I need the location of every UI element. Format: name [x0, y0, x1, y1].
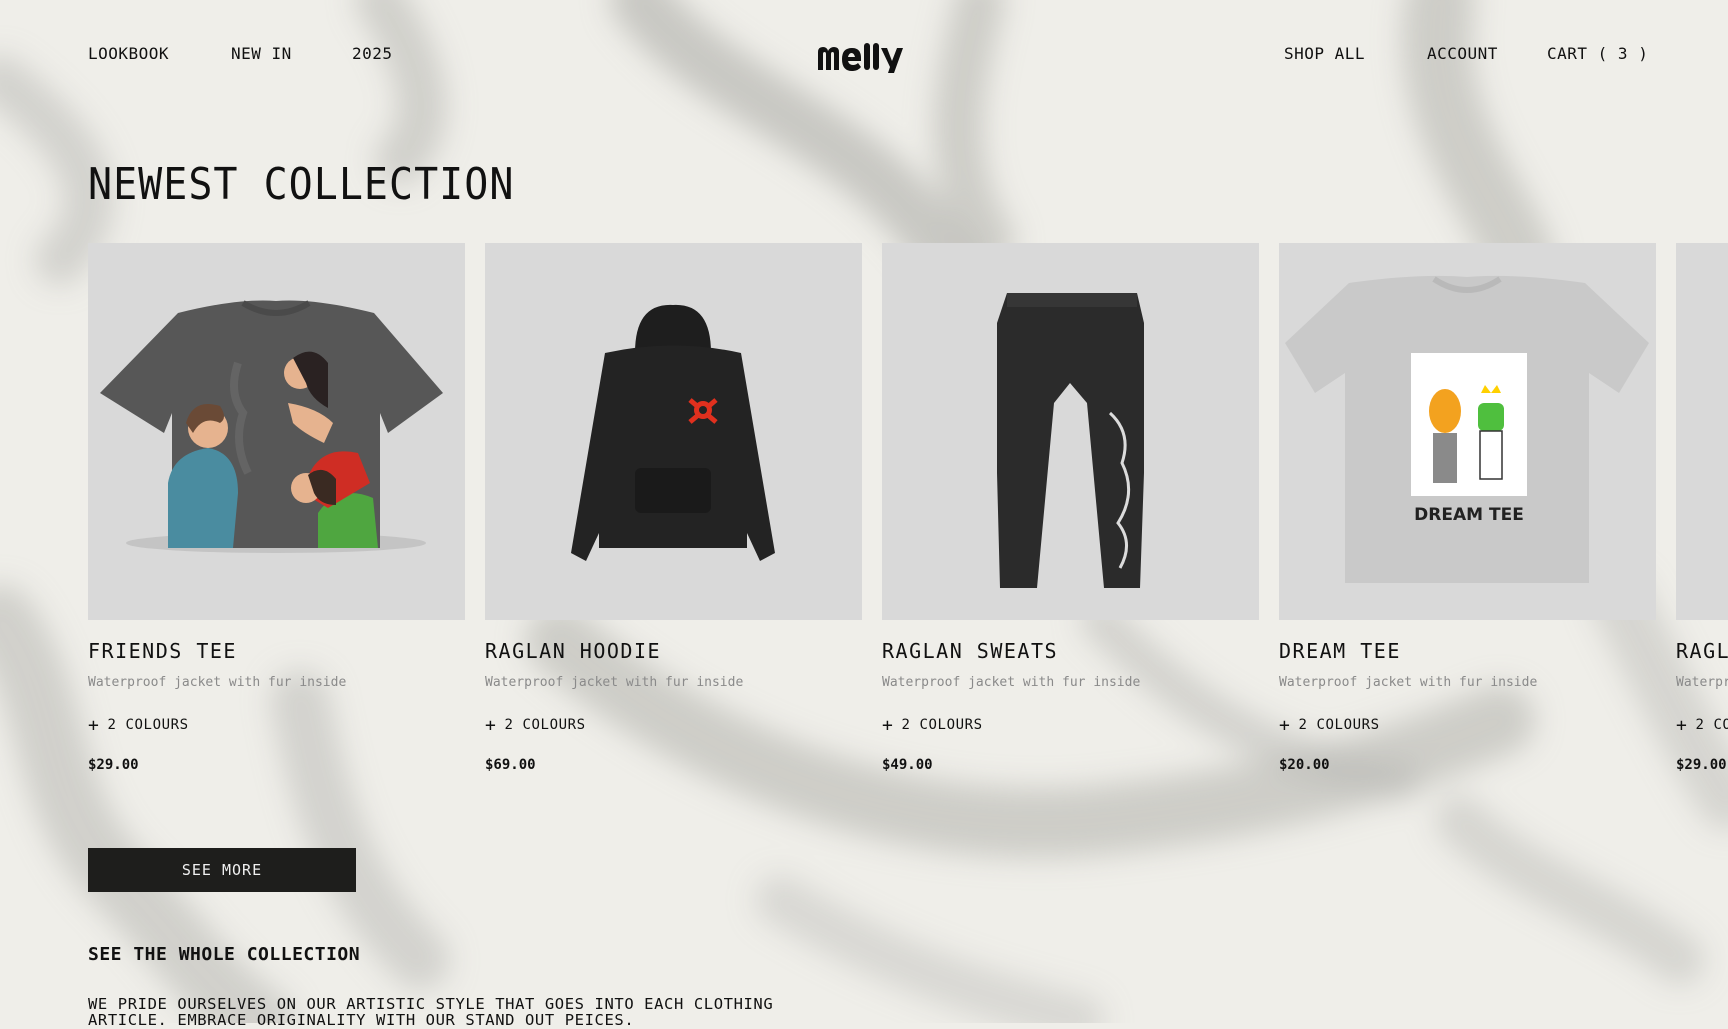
colour-toggle[interactable]: +2 COLOURS: [1279, 715, 1380, 736]
plus-icon: +: [1676, 715, 1688, 736]
product-price: $49.00: [882, 757, 933, 773]
svg-text:DREAM TEE: DREAM TEE: [1414, 505, 1524, 525]
product-name[interactable]: FRIENDS TEE: [88, 639, 237, 663]
colour-toggle[interactable]: +2 COLOURS: [485, 715, 586, 736]
product-price: $29.00: [1676, 757, 1727, 773]
brand-logo[interactable]: [816, 40, 912, 76]
product-card[interactable]: RAGLAN HOODIE Waterproof jacket with fur…: [485, 243, 862, 773]
product-price: $20.00: [1279, 757, 1330, 773]
product-carousel: FRIENDS TEE Waterproof jacket with fur i…: [88, 243, 1728, 783]
product-name[interactable]: DREAM TEE: [1279, 639, 1401, 663]
product-name[interactable]: RAGLAN: [1676, 639, 1728, 663]
product-image[interactable]: [88, 243, 465, 620]
product-image[interactable]: DREAM TEE: [1279, 243, 1656, 620]
product-description: Waterproof jacket with fur inside: [1279, 675, 1538, 690]
product-card[interactable]: DREAM TEE DREAM TEE Waterproof jacket wi…: [1279, 243, 1656, 773]
plus-icon: +: [882, 715, 894, 736]
section-text: WE PRIDE OURSELVES ON OUR ARTISTIC STYLE…: [88, 995, 774, 1029]
plus-icon: +: [88, 715, 100, 736]
product-description: Waterproof jacket with fur inside: [88, 675, 347, 690]
product-description: Waterproof jacket with fur inside: [485, 675, 744, 690]
nav-2025[interactable]: 2025: [352, 44, 393, 63]
product-card[interactable]: RAGLAN Waterproof jacket with fur inside…: [1676, 243, 1728, 773]
plus-icon: +: [1279, 715, 1291, 736]
see-more-button[interactable]: SEE MORE: [88, 848, 356, 892]
product-description: Waterproof jacket with fur inside: [882, 675, 1141, 690]
colour-count: 2 COLOURS: [901, 717, 983, 733]
nav-cart[interactable]: CART ( 3 ): [1547, 44, 1648, 63]
colour-toggle[interactable]: +2 COLOURS: [1676, 715, 1728, 736]
product-image[interactable]: [882, 243, 1259, 620]
colour-count: 2 COLOURS: [504, 717, 586, 733]
product-name[interactable]: RAGLAN SWEATS: [882, 639, 1058, 663]
product-price: $29.00: [88, 757, 139, 773]
nav-new-in[interactable]: NEW IN: [231, 44, 292, 63]
colour-count: 2 COLOURS: [1298, 717, 1380, 733]
nav-account[interactable]: ACCOUNT: [1427, 44, 1498, 63]
section-title: SEE THE WHOLE COLLECTION: [88, 944, 361, 965]
plus-icon: +: [485, 715, 497, 736]
colour-count: 2 COLOURS: [107, 717, 189, 733]
nav-shop-all[interactable]: SHOP ALL: [1284, 44, 1365, 63]
product-image[interactable]: [485, 243, 862, 620]
product-description: Waterproof jacket with fur inside: [1676, 675, 1728, 690]
nav-lookbook[interactable]: LOOKBOOK: [88, 44, 169, 63]
page-title: NEWEST COLLECTION: [88, 160, 515, 210]
colour-toggle[interactable]: +2 COLOURS: [88, 715, 189, 736]
colour-toggle[interactable]: +2 COLOURS: [882, 715, 983, 736]
product-card[interactable]: FRIENDS TEE Waterproof jacket with fur i…: [88, 243, 465, 773]
product-price: $69.00: [485, 757, 536, 773]
colour-count: 2 COLOURS: [1695, 717, 1728, 733]
product-card[interactable]: RAGLAN SWEATS Waterproof jacket with fur…: [882, 243, 1259, 773]
product-image[interactable]: [1676, 243, 1728, 620]
product-name[interactable]: RAGLAN HOODIE: [485, 639, 661, 663]
